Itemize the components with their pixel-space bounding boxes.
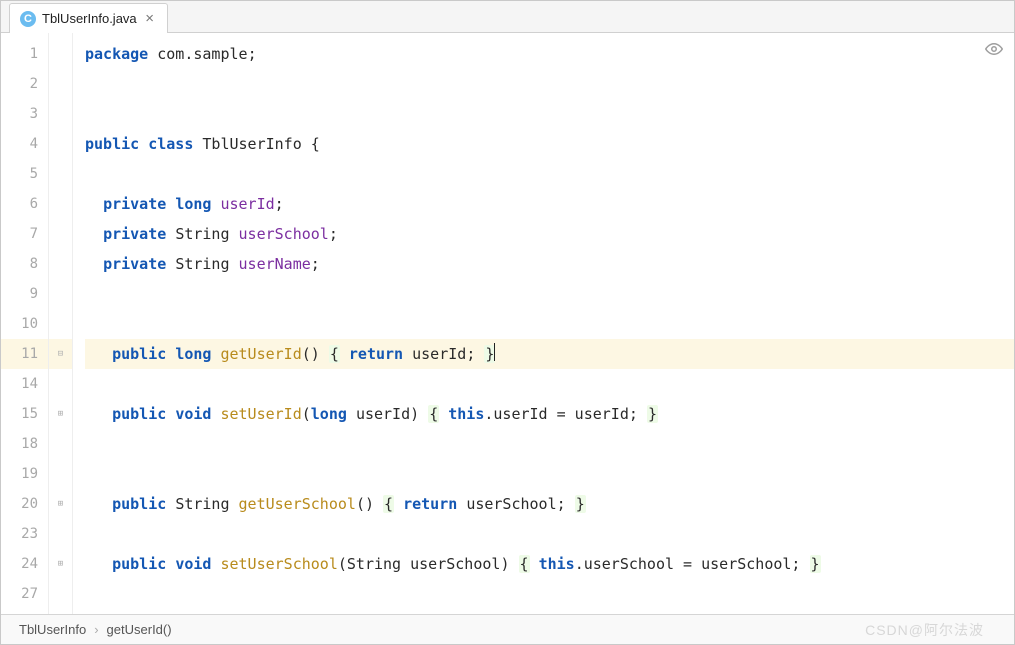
fold-spacer xyxy=(49,579,72,609)
watermark-text: CSDN@阿尔法波 xyxy=(865,620,984,640)
code-line-current[interactable]: public long getUserId() { return userId;… xyxy=(85,339,1014,369)
code-line[interactable] xyxy=(85,279,1014,309)
line-number[interactable]: 23 xyxy=(1,519,38,549)
line-number[interactable]: 6 xyxy=(1,189,38,219)
line-number[interactable]: 15 xyxy=(1,399,38,429)
code-line[interactable] xyxy=(85,519,1014,549)
code-line[interactable] xyxy=(85,369,1014,399)
line-number[interactable]: 2 xyxy=(1,69,38,99)
fold-gutter[interactable]: ⊟ ⊞ ⊞ ⊞ xyxy=(49,33,73,614)
line-number[interactable]: 10 xyxy=(1,309,38,339)
line-number[interactable]: 5 xyxy=(1,159,38,189)
code-line[interactable]: public void setUserId(long userId) { thi… xyxy=(85,399,1014,429)
fold-spacer xyxy=(49,459,72,489)
code-line[interactable] xyxy=(85,159,1014,189)
code-editor[interactable]: package com.sample; public class TblUser… xyxy=(73,33,1014,614)
fold-toggle-icon[interactable]: ⊟ xyxy=(49,339,72,369)
text-caret xyxy=(494,343,495,361)
code-line[interactable] xyxy=(85,579,1014,609)
line-number[interactable]: 14 xyxy=(1,369,38,399)
breadcrumb-class[interactable]: TblUserInfo xyxy=(19,622,86,637)
code-area: 12345678910111415181920232427 ⊟⊞⊞⊞ packa… xyxy=(1,33,1014,614)
fold-spacer xyxy=(49,39,72,69)
line-number[interactable]: 4 xyxy=(1,129,38,159)
line-number[interactable]: 9 xyxy=(1,279,38,309)
code-line[interactable]: public String getUserSchool() { return u… xyxy=(85,489,1014,519)
tab-bar: C TblUserInfo.java × xyxy=(1,1,1014,33)
tab-label: TblUserInfo.java xyxy=(42,11,137,26)
code-line[interactable]: public void setUserSchool(String userSch… xyxy=(85,549,1014,579)
fold-spacer xyxy=(49,129,72,159)
fold-spacer xyxy=(49,309,72,339)
fold-spacer xyxy=(49,219,72,249)
code-line[interactable]: private String userName; xyxy=(85,249,1014,279)
fold-spacer xyxy=(49,99,72,129)
code-line[interactable] xyxy=(85,309,1014,339)
fold-spacer xyxy=(49,69,72,99)
code-line[interactable]: private String userSchool; xyxy=(85,219,1014,249)
editor-root: C TblUserInfo.java × 1234567891011141518… xyxy=(0,0,1015,645)
fold-spacer xyxy=(49,249,72,279)
fold-spacer xyxy=(49,429,72,459)
fold-spacer xyxy=(49,369,72,399)
fold-spacer xyxy=(49,279,72,309)
line-number[interactable]: 11 xyxy=(1,339,48,369)
line-number-gutter[interactable]: 12345678910111415181920232427 xyxy=(1,33,49,614)
breadcrumb: TblUserInfo › getUserId() CSDN@阿尔法波 xyxy=(1,614,1014,644)
fold-spacer xyxy=(49,519,72,549)
close-icon[interactable]: × xyxy=(143,12,157,26)
line-number[interactable]: 27 xyxy=(1,579,38,609)
code-line[interactable] xyxy=(85,69,1014,99)
line-number[interactable]: 7 xyxy=(1,219,38,249)
line-number[interactable]: 24 xyxy=(1,549,38,579)
code-line[interactable]: package com.sample; xyxy=(85,39,1014,69)
reader-mode-icon[interactable] xyxy=(984,39,1004,59)
fold-spacer xyxy=(49,159,72,189)
line-number[interactable]: 19 xyxy=(1,459,38,489)
breadcrumb-method[interactable]: getUserId() xyxy=(107,622,172,637)
line-number[interactable]: 3 xyxy=(1,99,38,129)
file-tab[interactable]: C TblUserInfo.java × xyxy=(9,3,168,33)
code-line[interactable] xyxy=(85,99,1014,129)
line-number[interactable]: 18 xyxy=(1,429,38,459)
line-number[interactable]: 8 xyxy=(1,249,38,279)
code-line[interactable] xyxy=(85,459,1014,489)
line-number[interactable]: 20 xyxy=(1,489,38,519)
code-line[interactable]: public class TblUserInfo { xyxy=(85,129,1014,159)
code-line[interactable] xyxy=(85,429,1014,459)
code-line[interactable]: private long userId; xyxy=(85,189,1014,219)
class-file-icon: C xyxy=(20,11,36,27)
fold-toggle-icon[interactable]: ⊞ xyxy=(49,549,72,579)
line-number[interactable]: 1 xyxy=(1,39,38,69)
fold-toggle-icon[interactable]: ⊞ xyxy=(49,489,72,519)
chevron-right-icon: › xyxy=(94,622,98,637)
fold-toggle-icon[interactable]: ⊞ xyxy=(49,399,72,429)
fold-spacer xyxy=(49,189,72,219)
